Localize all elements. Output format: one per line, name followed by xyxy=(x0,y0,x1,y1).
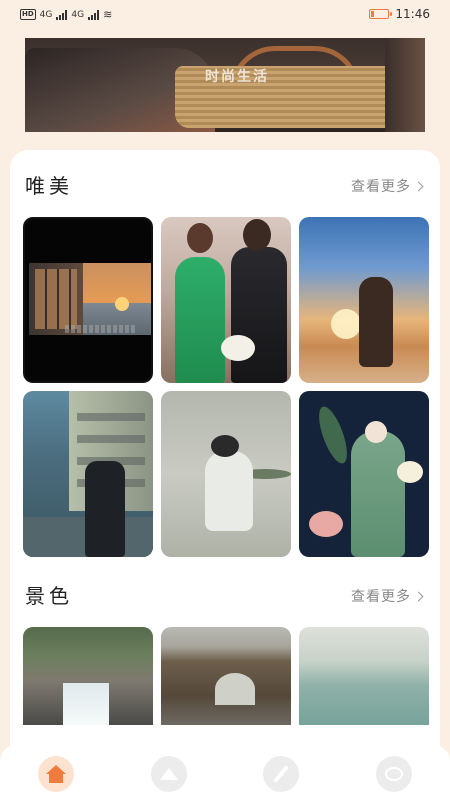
signal-icon-2 xyxy=(88,9,100,20)
battery-fill xyxy=(371,11,375,17)
beauty-tile-beach-couple[interactable] xyxy=(299,217,429,383)
chevron-right-icon xyxy=(413,591,424,601)
home-icon xyxy=(46,765,66,783)
beauty-tile-wedding-couple[interactable] xyxy=(161,217,291,383)
view-more-scenery[interactable]: 查看更多 xyxy=(351,586,424,606)
face-icon xyxy=(385,767,403,781)
wifi-icon: ≋ xyxy=(103,8,113,21)
section-title-scenery: 景色 xyxy=(25,584,73,608)
content-card: 唯美 查看更多 景色 查看更多 xyxy=(10,150,440,800)
tile-art xyxy=(85,461,125,557)
bottom-nav xyxy=(0,745,450,800)
tile-art xyxy=(243,219,271,251)
tile-art xyxy=(63,683,109,725)
tile-art xyxy=(359,277,393,367)
battery-icon xyxy=(369,9,393,19)
nav-gallery[interactable] xyxy=(151,756,187,792)
tile-art xyxy=(211,435,239,457)
banner-image[interactable]: 时尚生活 xyxy=(25,38,425,132)
scenery-grid xyxy=(23,627,429,725)
mountain-icon xyxy=(160,768,178,780)
tile-art xyxy=(331,309,361,339)
beauty-grid xyxy=(23,217,429,557)
view-more-beauty[interactable]: 查看更多 xyxy=(351,176,424,196)
beauty-tile-sunset-window[interactable] xyxy=(23,217,153,383)
nav-profile[interactable] xyxy=(376,756,412,792)
nav-edit[interactable] xyxy=(263,756,299,792)
beauty-tile-classical-lady[interactable] xyxy=(299,391,429,557)
scenery-tile-rock-arch[interactable] xyxy=(161,627,291,725)
pen-icon xyxy=(273,765,289,783)
tile-art xyxy=(221,335,255,361)
nav-home[interactable] xyxy=(38,756,74,792)
hd-badge: HD xyxy=(20,9,36,20)
scenery-tile-waterfall[interactable] xyxy=(23,627,153,725)
sim1-label: 4G xyxy=(39,9,53,20)
banner-lamp xyxy=(385,38,425,132)
tile-art xyxy=(115,297,129,311)
clock: 11:46 xyxy=(395,7,430,21)
signal-icon xyxy=(56,9,68,20)
tile-art xyxy=(65,325,135,333)
tile-art xyxy=(205,451,253,531)
tile-art xyxy=(397,461,423,483)
chevron-right-icon xyxy=(413,181,424,191)
tile-art xyxy=(187,223,213,253)
tile-art xyxy=(313,403,353,467)
view-more-label: 查看更多 xyxy=(351,179,411,195)
scenery-tile-sea[interactable] xyxy=(299,627,429,725)
banner-overlay-text: 时尚生活 xyxy=(205,69,269,85)
tile-art xyxy=(231,247,287,383)
status-right: 11:46 xyxy=(369,7,430,21)
tile-art xyxy=(309,511,343,537)
beauty-tile-street-couple[interactable] xyxy=(23,391,153,557)
status-bar: HD 4G 4G ≋ 11:46 xyxy=(0,0,450,30)
tile-art xyxy=(365,421,387,443)
status-left: HD 4G 4G ≋ xyxy=(20,8,112,21)
beauty-tile-dreamy-figure[interactable] xyxy=(161,391,291,557)
tile-art xyxy=(175,257,225,383)
tile-art xyxy=(215,673,255,705)
section-title-beauty: 唯美 xyxy=(25,174,73,198)
tile-art xyxy=(351,431,405,557)
sim2-label: 4G xyxy=(71,9,85,20)
view-more-label: 查看更多 xyxy=(351,589,411,605)
